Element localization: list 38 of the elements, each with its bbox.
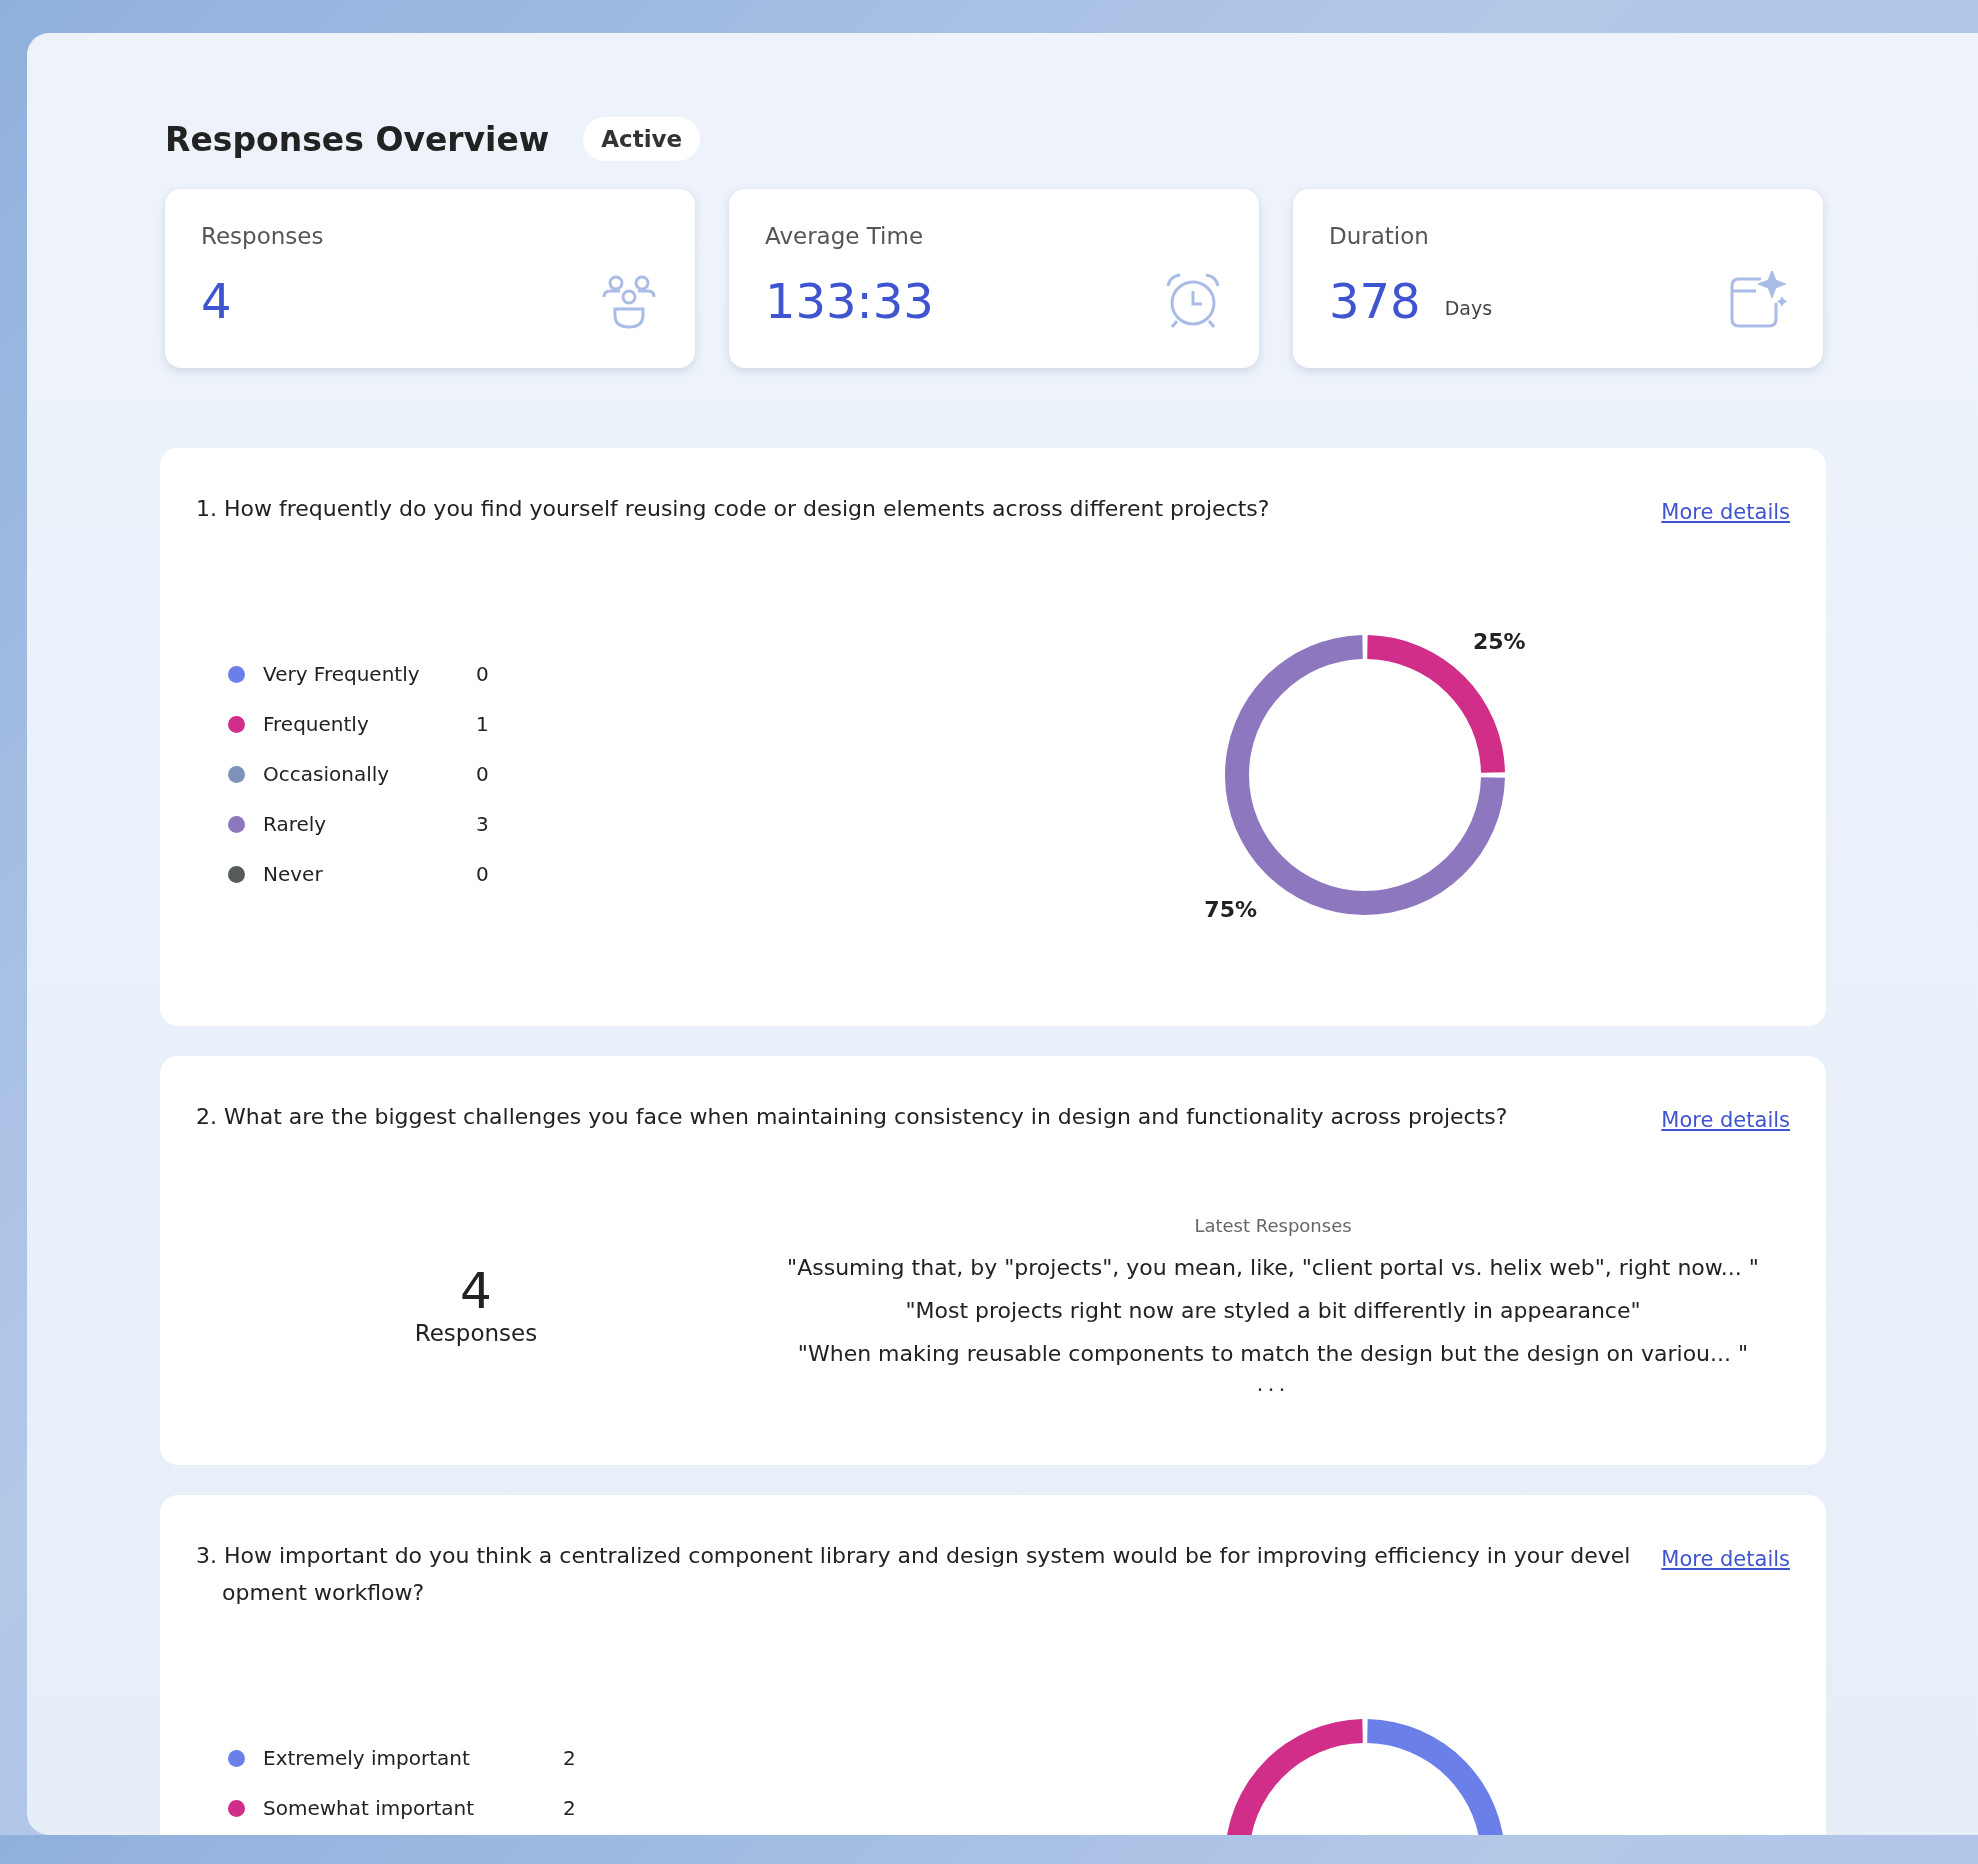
legend-count: 0 <box>476 662 489 686</box>
legend-label: Extremely important <box>263 1746 471 1770</box>
more-details-link[interactable]: More details <box>1661 1547 1790 1571</box>
response-quote: "Most projects right now are styled a bit differently in appearance" <box>904 1297 1642 1325</box>
legend-label: Very Frequently <box>263 662 421 686</box>
percent-label: 75% <box>1204 897 1257 923</box>
percent-label: 25% <box>1473 628 1526 654</box>
legend-label: Occasionally <box>263 762 391 786</box>
stat-value: 378 <box>1329 273 1421 329</box>
legend-label: Frequently <box>263 712 370 736</box>
legend-count: 2 <box>563 1746 576 1770</box>
stat-label: Duration <box>1329 223 1430 249</box>
stat-value: 133:33 <box>765 273 934 329</box>
legend-count: 0 <box>476 762 489 786</box>
page-title: Responses Overview <box>165 119 550 159</box>
legend-count: 2 <box>563 1796 576 1820</box>
response-count-label: Responses <box>413 1320 539 1346</box>
question-text: 2. What are the biggest challenges you face when maintaining consistency in design and functionality across projects? <box>196 1103 1509 1131</box>
legend-label: Rarely <box>263 812 328 836</box>
legend-count: 0 <box>476 862 489 886</box>
question-text: 1. How frequently do you find yourself reusing code or design elements across different projects? <box>196 495 1271 523</box>
legend-count: 3 <box>476 812 489 836</box>
legend-count: 1 <box>476 712 489 736</box>
more-details-link[interactable]: More details <box>1661 1108 1790 1132</box>
status-badge: Active <box>583 117 701 161</box>
stat-label: Average Time <box>765 223 925 249</box>
legend-label: Somewhat important <box>263 1796 475 1820</box>
stat-label: Responses <box>201 223 325 249</box>
response-quote: "Assuming that, by "projects", you mean, like, "client portal vs. helix web", right now... " <box>786 1254 1760 1282</box>
more-ellipsis: ... <box>1255 1375 1291 1393</box>
response-quote: "When making reusable components to match the design but the design on variou... " <box>796 1340 1750 1368</box>
legend-label: Never <box>263 862 324 886</box>
question-text: 3. How important do you think a centralized component library and design system would be for improving efficiency in your development workflow? <box>196 1542 1632 1607</box>
stat-value: 4 <box>201 273 232 329</box>
more-details-link[interactable]: More details <box>1661 500 1790 524</box>
latest-responses-heading: Latest Responses <box>1193 1215 1353 1236</box>
response-count: 4 <box>459 1262 493 1320</box>
stat-unit: Days <box>1444 297 1493 319</box>
